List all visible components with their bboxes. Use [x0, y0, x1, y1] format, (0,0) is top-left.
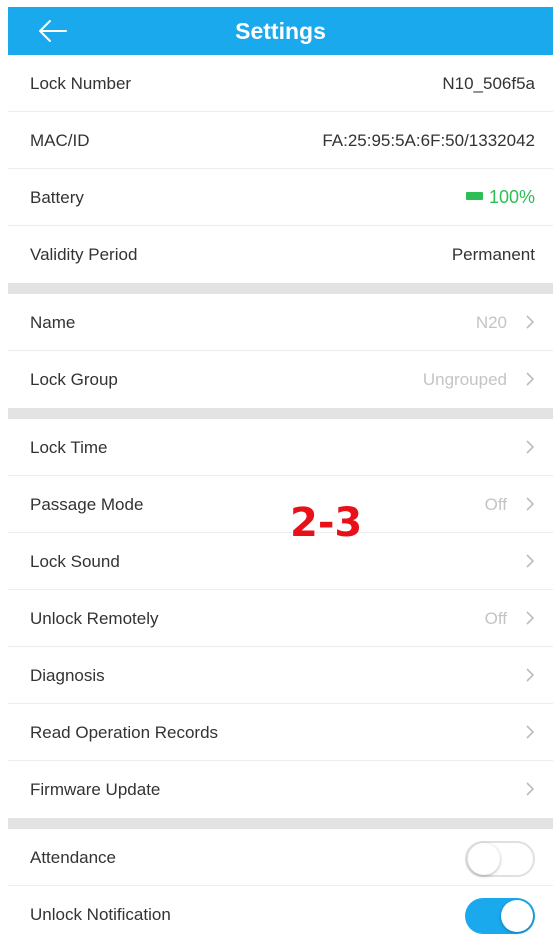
name-row[interactable]: Name N20	[8, 294, 553, 351]
chevron-right-icon	[526, 315, 535, 329]
chevron-right-icon	[526, 372, 535, 386]
chevron-right-icon	[526, 782, 535, 796]
page-title: Settings	[235, 18, 326, 44]
chevron-right-icon	[526, 611, 535, 625]
row-label: Lock Sound	[30, 552, 120, 571]
row-value: Permanent	[451, 245, 535, 264]
lock-number-row: Lock Number N10_506f5a	[8, 55, 553, 112]
row-label: Read Operation Records	[30, 723, 219, 742]
row-label: Firmware Update	[30, 780, 161, 799]
row-label: Attendance	[30, 848, 117, 867]
lock-sound-row[interactable]: Lock Sound	[8, 533, 553, 590]
attendance-row: Attendance	[8, 829, 553, 886]
overlay-step-label: 2-3	[290, 500, 363, 546]
row-label: Name	[30, 313, 76, 332]
row-label: Lock Time	[30, 438, 108, 457]
battery-row: Battery 100%	[8, 169, 553, 226]
unlock-remotely-row[interactable]: Unlock Remotely Off	[8, 590, 553, 647]
mac-id-row: MAC/ID FA:25:95:5A:6F:50/1332042	[8, 112, 553, 169]
battery-value: 100%	[465, 169, 535, 226]
section-divider	[8, 408, 553, 419]
toggle-knob	[468, 843, 500, 875]
chevron-right-icon	[526, 554, 535, 568]
unlock-notification-toggle[interactable]	[465, 898, 535, 934]
battery-icon	[465, 192, 483, 200]
lock-group-row[interactable]: Lock Group Ungrouped	[8, 351, 553, 408]
row-label: Battery	[30, 188, 84, 207]
row-value: N20	[475, 313, 507, 332]
passage-mode-row[interactable]: Passage Mode Off	[8, 476, 553, 533]
row-value: Ungrouped	[422, 370, 507, 389]
row-label: Diagnosis	[30, 666, 105, 685]
attendance-toggle[interactable]	[465, 841, 535, 877]
toggle-knob	[501, 900, 533, 932]
row-label: Unlock Remotely	[30, 609, 159, 628]
row-label: Lock Group	[30, 370, 118, 389]
row-value: Off	[484, 609, 507, 628]
chevron-right-icon	[526, 497, 535, 511]
settings-list: Lock Number N10_506f5a MAC/ID FA:25:95:5…	[8, 55, 553, 943]
row-label: Passage Mode	[30, 495, 144, 514]
chevron-right-icon	[526, 668, 535, 682]
firmware-update-row[interactable]: Firmware Update	[8, 761, 553, 818]
row-value: FA:25:95:5A:6F:50/1332042	[322, 131, 535, 150]
row-label: MAC/ID	[30, 131, 90, 150]
row-value: Off	[484, 495, 507, 514]
row-label: Validity Period	[30, 245, 138, 264]
row-value: N10_506f5a	[442, 74, 535, 93]
chevron-right-icon	[526, 440, 535, 454]
read-operation-records-row[interactable]: Read Operation Records	[8, 704, 553, 761]
diagnosis-row[interactable]: Diagnosis	[8, 647, 553, 704]
row-label: Lock Number	[30, 74, 132, 93]
section-divider	[8, 818, 553, 829]
lock-time-row[interactable]: Lock Time	[8, 419, 553, 476]
validity-period-row: Validity Period Permanent	[8, 226, 553, 283]
unlock-notification-row: Unlock Notification	[8, 886, 553, 943]
battery-percent: 100%	[488, 187, 535, 207]
section-divider	[8, 283, 553, 294]
row-label: Unlock Notification	[30, 905, 171, 924]
chevron-right-icon	[526, 725, 535, 739]
top-app-bar: Settings	[8, 7, 553, 55]
